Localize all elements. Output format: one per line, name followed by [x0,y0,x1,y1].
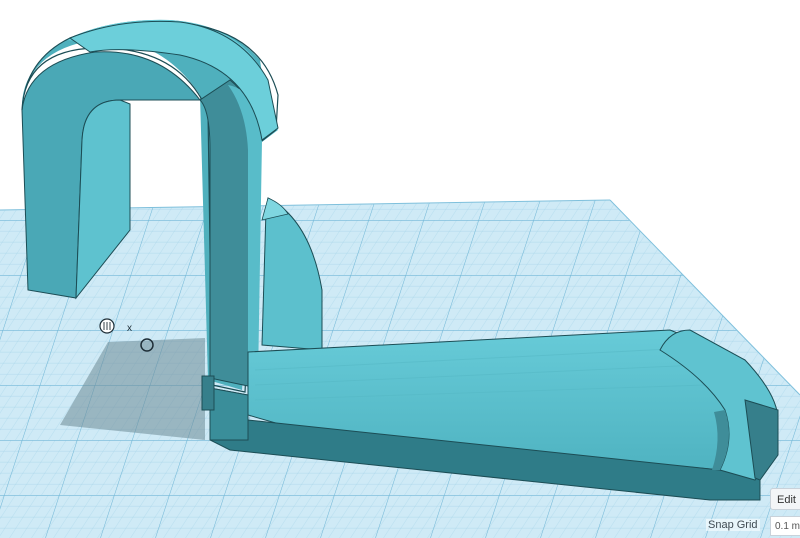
axis-label: x [127,323,132,334]
edit-grid-button[interactable]: Edit [770,488,800,510]
snap-grid-dropdown[interactable]: 0.1 m [770,516,800,536]
3d-viewport[interactable]: x [0,0,800,538]
edit-panel: Edit 0.1 m [770,484,800,538]
snap-grid-label: Snap Grid [706,519,760,531]
